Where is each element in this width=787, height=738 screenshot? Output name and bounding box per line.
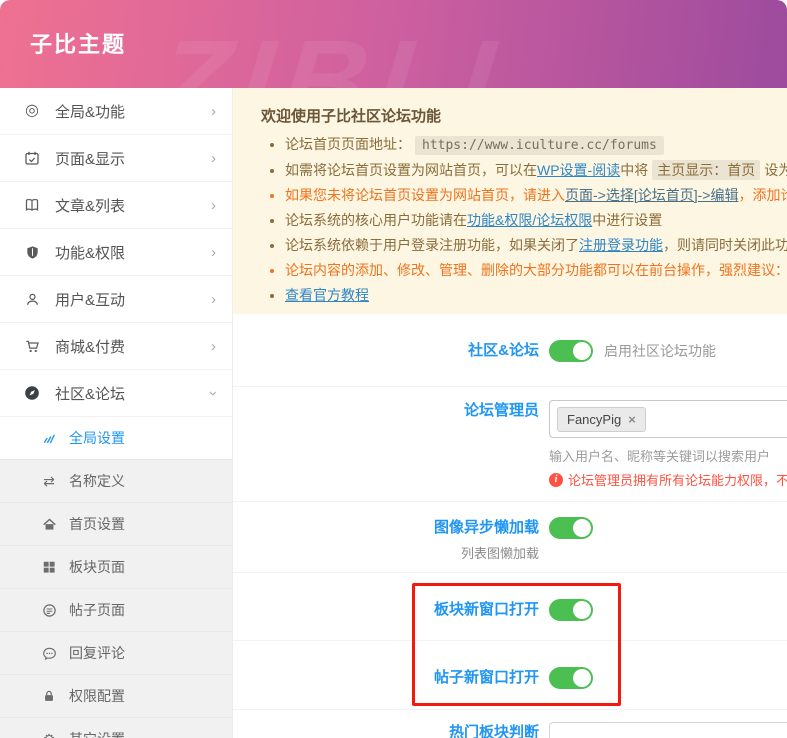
- signal-icon: [40, 431, 58, 445]
- sidebar-item-shop-payment[interactable]: 商城&付费 ›: [0, 323, 232, 370]
- sidebar-item-users-interaction[interactable]: 用户&互动 ›: [0, 276, 232, 323]
- form-row-community-forum: 社区&论坛 启用社区论坛功能: [233, 314, 787, 387]
- sidebar-item-community-forum[interactable]: 社区&论坛 ›: [0, 370, 232, 417]
- forum-admin-helper: 输入用户名、昵称等关键词以搜索用户: [549, 446, 787, 465]
- form-row-hot-board: 热门板块判断: [233, 710, 787, 738]
- welcome-bullet-list: 论坛首页页面地址：https://www.iculture.cc/forums …: [261, 135, 787, 305]
- page-edit-link[interactable]: 页面->选择[论坛首页]->编辑: [565, 187, 738, 203]
- chevron-right-icon: ›: [211, 104, 216, 119]
- admin-tag-chip: FancyPig ×: [557, 407, 646, 432]
- bullet-login-dependency: 论坛系统依赖于用户登录注册功能，如果关闭了注册登录功能，则请同时关闭此功能: [285, 236, 787, 255]
- sidebar-item-articles-lists[interactable]: 文章&列表 ›: [0, 182, 232, 229]
- form-row-lazy-load: 图像异步懒加载 列表图懒加载: [233, 502, 787, 573]
- lazy-load-toggle[interactable]: [549, 517, 593, 539]
- bullet-frontend-manage: 论坛内容的添加、修改、管理、删除的大部分功能都可以在前台操作，强烈建议：如非必要…: [285, 261, 787, 280]
- lock-icon: [40, 689, 58, 703]
- wp-settings-link[interactable]: WP设置-阅读: [537, 162, 620, 178]
- community-forum-label: 社区&论坛: [233, 340, 549, 386]
- board-new-window-toggle[interactable]: [549, 599, 593, 621]
- calendar-icon: [22, 150, 42, 166]
- form-row-forum-admin: 论坛管理员 FancyPig × 输入用户名、昵称等关键词以搜索用户 i 论坛管…: [233, 387, 787, 502]
- forum-admin-warning: i 论坛管理员拥有所有论坛能力权限，不: [549, 470, 787, 489]
- settings-content: 欢迎使用子比社区论坛功能 论坛首页页面地址：https://www.icultu…: [233, 88, 787, 738]
- welcome-title: 欢迎使用子比社区论坛功能: [261, 105, 787, 126]
- form-row-board-new-window: 板块新窗口打开: [233, 573, 787, 641]
- official-tutorial-link[interactable]: 查看官方教程: [285, 287, 369, 303]
- info-icon: i: [549, 473, 563, 487]
- post-new-window-label: 帖子新窗口打开: [233, 667, 549, 709]
- gear-icon: ⚙: [40, 732, 58, 738]
- forum-admin-tags-input[interactable]: FancyPig ×: [549, 400, 787, 438]
- forum-admin-label: 论坛管理员: [233, 400, 549, 501]
- page-title: 子比主题: [30, 27, 126, 59]
- bullet-edit-forum-page: 如果您未将论坛首页设置为网站首页，请进入页面->选择[论坛首页]->编辑，添加论…: [285, 186, 787, 205]
- compass-icon: [22, 385, 42, 401]
- chevron-down-icon: ›: [206, 391, 221, 396]
- target-icon: ◎: [22, 103, 42, 119]
- post-new-window-toggle[interactable]: [549, 667, 593, 689]
- chevron-right-icon: ›: [211, 292, 216, 307]
- repeat-icon: ⇄: [40, 474, 58, 488]
- book-icon: [22, 197, 42, 213]
- lazy-load-label: 图像异步懒加载: [233, 517, 539, 539]
- user-icon: [22, 292, 42, 307]
- bullet-tutorial: 查看官方教程: [285, 286, 787, 305]
- chevron-right-icon: ›: [211, 245, 216, 260]
- shield-icon: [22, 245, 42, 260]
- submenu-item-homepage-settings[interactable]: 首页设置: [0, 503, 232, 546]
- sidebar-item-global-functions[interactable]: ◎ 全局&功能 ›: [0, 88, 232, 135]
- forum-permission-link[interactable]: 功能&权限/论坛权限: [467, 212, 592, 228]
- hot-board-label: 热门板块判断: [233, 722, 549, 738]
- community-forum-toggle[interactable]: [549, 340, 593, 362]
- submenu-item-global-settings[interactable]: 全局设置: [0, 417, 232, 460]
- submenu-item-name-definition[interactable]: ⇄ 名称定义: [0, 460, 232, 503]
- bullet-forum-url: 论坛首页页面地址：https://www.iculture.cc/forums: [285, 135, 787, 155]
- grid-icon: [40, 560, 58, 574]
- post-circle-icon: [40, 603, 58, 618]
- bullet-core-permissions: 论坛系统的核心用户功能请在功能&权限/论坛权限中进行设置: [285, 211, 787, 230]
- community-forum-toggle-desc: 启用社区论坛功能: [604, 341, 716, 361]
- bullet-homepage-setting: 如需将论坛首页设置为网站首页，可以在WP设置-阅读中将主页显示：首页设为论坛首页: [285, 161, 787, 180]
- homepage-display-highlight: 主页显示：首页: [652, 160, 760, 180]
- board-new-window-label: 板块新窗口打开: [233, 599, 549, 640]
- submenu-item-reply-comments[interactable]: 回复评论: [0, 632, 232, 675]
- register-login-link[interactable]: 注册登录功能: [579, 237, 663, 253]
- chevron-right-icon: ›: [211, 339, 216, 354]
- sidebar-item-functions-permissions[interactable]: 功能&权限 ›: [0, 229, 232, 276]
- community-forum-submenu: 全局设置 ⇄ 名称定义 首页设置 板块页面: [0, 417, 232, 738]
- theme-header: ZIBLL 子比主题: [0, 0, 787, 88]
- submenu-item-board-page[interactable]: 板块页面: [0, 546, 232, 589]
- remove-tag-icon[interactable]: ×: [628, 413, 636, 426]
- submenu-item-other-settings[interactable]: ⚙ 其它设置: [0, 718, 232, 738]
- forum-url-code: https://www.iculture.cc/forums: [415, 136, 664, 155]
- welcome-panel: 欢迎使用子比社区论坛功能 论坛首页页面地址：https://www.icultu…: [233, 88, 787, 314]
- cart-icon: [22, 339, 42, 354]
- chevron-right-icon: ›: [211, 198, 216, 213]
- settings-sidebar: ◎ 全局&功能 › 页面&显示 › 文章&列表 › 功能&权限 ›: [0, 88, 233, 738]
- chevron-right-icon: ›: [211, 151, 216, 166]
- brand-watermark: ZIBLL: [151, 14, 550, 88]
- lazy-load-sublabel: 列表图懒加载: [233, 543, 539, 565]
- sidebar-item-pages-display[interactable]: 页面&显示 ›: [0, 135, 232, 182]
- home-icon: [40, 517, 58, 532]
- submenu-item-permission-config[interactable]: 权限配置: [0, 675, 232, 718]
- hot-board-input[interactable]: [549, 722, 787, 738]
- form-row-post-new-window: 帖子新窗口打开: [233, 641, 787, 710]
- submenu-item-post-page[interactable]: 帖子页面: [0, 589, 232, 632]
- comment-dots-icon: [40, 646, 58, 661]
